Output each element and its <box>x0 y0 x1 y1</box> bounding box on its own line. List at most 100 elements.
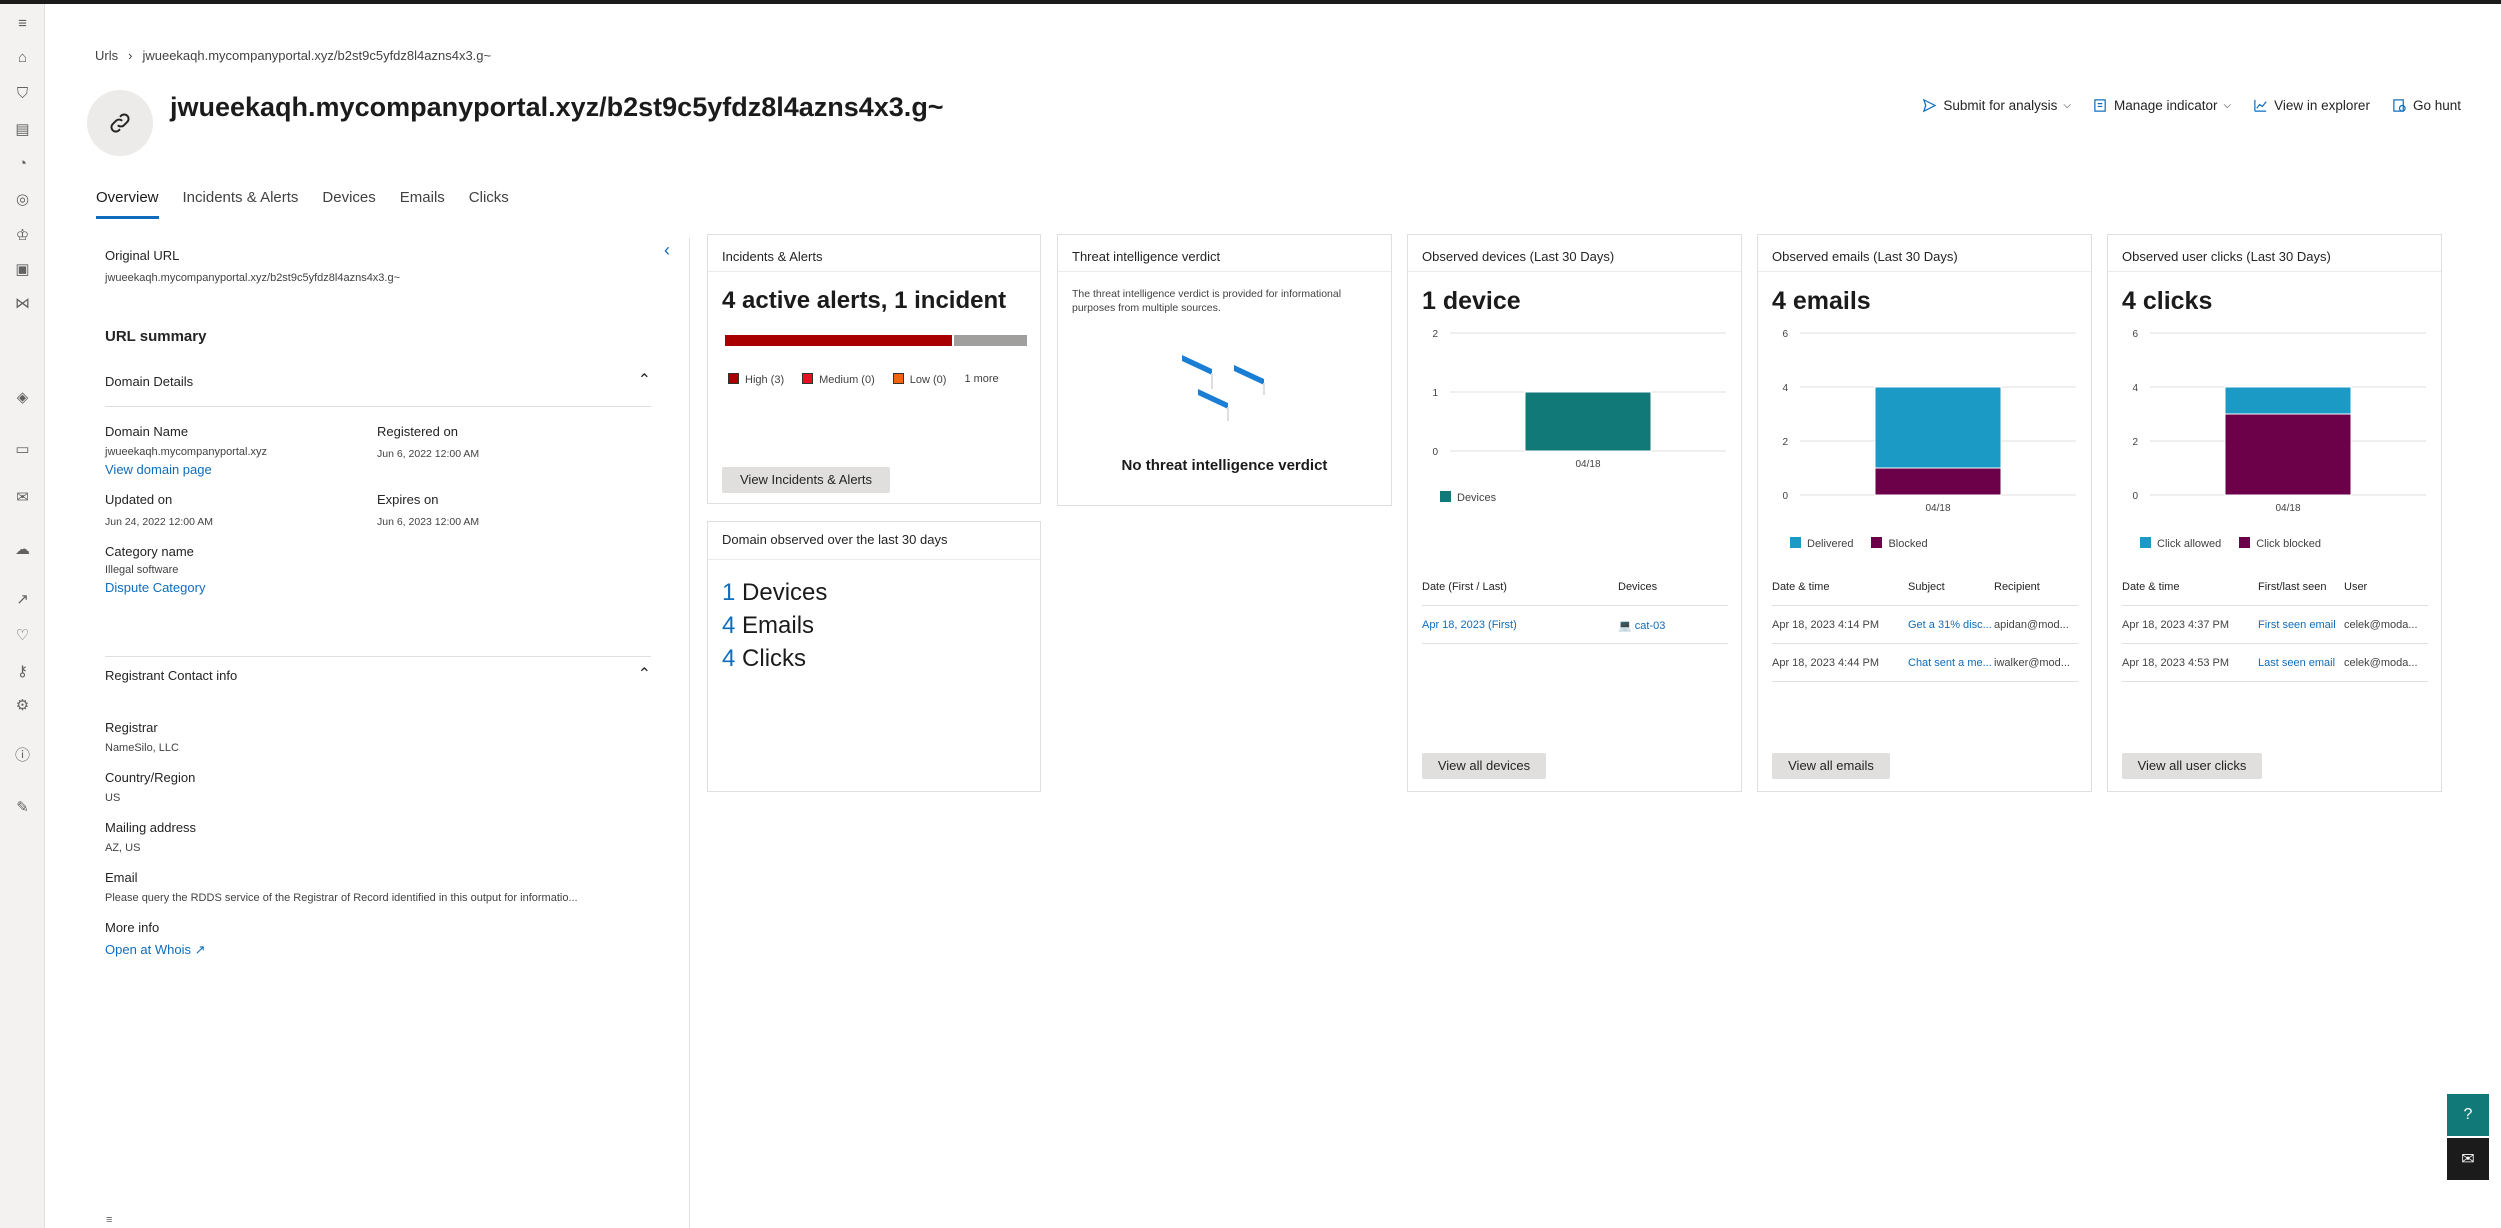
click-seen-link[interactable]: First seen email <box>2258 619 2336 631</box>
breadcrumb-root[interactable]: Urls <box>95 48 118 63</box>
x-tick-label: 04/18 <box>1575 459 1600 470</box>
registrar-label: Registrar <box>105 720 158 735</box>
hunting-icon[interactable]: ◔ <box>13 154 32 173</box>
view-domain-link[interactable]: View domain page <box>105 462 212 477</box>
registrar-value: NameSilo, LLC <box>105 742 179 754</box>
email-subject-link[interactable]: Chat sent a me... <box>1908 657 1992 669</box>
alerts-summary: 4 active alerts, 1 incident <box>722 287 1007 314</box>
column-header: Date & time <box>2122 581 2180 593</box>
edit-icon[interactable]: ✎ <box>13 798 32 817</box>
column-header: User <box>2344 581 2368 593</box>
settings-icon[interactable]: ⚙ <box>13 696 32 715</box>
clicks-legend: Click allowed Click blocked <box>2140 537 2321 550</box>
category-value: Illegal software <box>105 564 179 576</box>
clicks-chart: 6 4 2 0 04/18 <box>2132 329 2426 514</box>
device-link[interactable]: 💻 cat-03 <box>1618 619 1665 632</box>
tab-devices[interactable]: Devices <box>322 189 375 219</box>
chevron-right-icon: › <box>128 48 133 63</box>
email-date: Apr 18, 2023 4:44 PM <box>1772 657 1880 669</box>
chevron-down-icon: ⌵ <box>2223 100 2232 111</box>
no-verdict-illustration <box>1182 355 1265 421</box>
mail-icon[interactable]: ✉ <box>13 488 32 507</box>
original-url-value: jwueekaqh.mycompanyportal.xyz/b2st9c5yfd… <box>105 272 401 284</box>
reports-icon[interactable]: ↗ <box>13 590 32 609</box>
partner-icon[interactable]: ⋈ <box>13 294 32 313</box>
click-seen-link[interactable]: Last seen email <box>2258 657 2335 669</box>
x-tick-label: 04/18 <box>2275 503 2300 514</box>
cloud-icon[interactable]: ☁ <box>13 540 32 559</box>
view-all-clicks-button[interactable]: View all user clicks <box>2122 753 2262 779</box>
health-icon[interactable]: ♡ <box>13 626 32 645</box>
bar-click-blocked <box>2224 413 2352 496</box>
tab-clicks[interactable]: Clicks <box>469 189 509 219</box>
column-header: Date (First / Last) <box>1422 581 1507 593</box>
help-button[interactable]: ? <box>2447 1094 2489 1136</box>
registrant-heading[interactable]: Registrant Contact info <box>105 668 237 683</box>
go-hunt-button[interactable]: Go hunt <box>2392 98 2461 113</box>
dispute-category-link[interactable]: Dispute Category <box>105 580 205 595</box>
severity-bar-high <box>725 335 952 346</box>
hunt-label: Go hunt <box>2412 98 2461 113</box>
view-in-explorer-button[interactable]: View in explorer <box>2253 98 2370 113</box>
divider <box>2122 643 2428 644</box>
chevron-up-icon[interactable]: ⌃ <box>638 370 651 390</box>
y-tick-label: 1 <box>1432 388 1438 399</box>
collapse-panel-icon[interactable]: ‹ <box>664 240 670 261</box>
country-label: Country/Region <box>105 770 196 785</box>
domain-details-heading[interactable]: Domain Details <box>105 374 193 389</box>
device-date-link[interactable]: Apr 18, 2023 (First) <box>1422 619 1517 631</box>
y-tick-label: 2 <box>2132 437 2138 448</box>
legend-delivered: Delivered <box>1790 537 1853 550</box>
divider <box>1758 271 2091 272</box>
actions-icon[interactable]: ◎ <box>13 190 32 209</box>
help-icon: ? <box>2463 1106 2473 1123</box>
hamburger-icon[interactable]: ≡ <box>13 14 32 33</box>
chart-line-icon <box>2254 99 2267 112</box>
y-tick-label: 2 <box>1432 329 1438 340</box>
observed-emails: 4 Emails <box>722 612 815 639</box>
tab-incidents-alerts[interactable]: Incidents & Alerts <box>183 189 299 219</box>
divider <box>2122 605 2428 606</box>
email-subject-link[interactable]: Get a 31% disc... <box>1908 619 1992 631</box>
divider <box>1422 643 1728 644</box>
submit-for-analysis-button[interactable]: Submit for analysis ⌵ <box>1922 98 2071 113</box>
chevron-up-icon[interactable]: ⌃ <box>638 664 651 684</box>
menu-icon[interactable]: ≡ <box>106 1214 112 1226</box>
feedback-button[interactable]: ✉ <box>2447 1138 2489 1180</box>
view-all-emails-button[interactable]: View all emails <box>1772 753 1890 779</box>
domain-name-value: jwueekaqh.mycompanyportal.xyz <box>105 446 268 458</box>
bar-delivered <box>1874 386 2002 469</box>
view-all-devices-button[interactable]: View all devices <box>1422 753 1546 779</box>
email-recipient: apidan@mod... <box>1994 619 2069 631</box>
whois-link[interactable]: Open at Whois ↗ <box>105 942 206 958</box>
more-info-label: More info <box>105 920 160 935</box>
manage-indicator-button[interactable]: Manage indicator ⌵ <box>2093 98 2231 113</box>
external-link-icon: ↗ <box>194 942 206 957</box>
shield-icon[interactable]: ⛉ <box>13 84 32 103</box>
legend-more[interactable]: 1 more <box>964 373 998 386</box>
click-user: celek@moda... <box>2344 657 2418 669</box>
column-header: Devices <box>1618 581 1658 593</box>
tab-emails[interactable]: Emails <box>400 189 445 219</box>
info-icon[interactable]: ⓘ <box>13 746 32 765</box>
divider <box>708 271 1040 272</box>
breadcrumb: Urls › jwueekaqh.mycompanyportal.xyz/b2s… <box>95 48 491 63</box>
severity-bar <box>725 335 1027 346</box>
view-incidents-button[interactable]: View Incidents & Alerts <box>722 467 890 493</box>
registered-value: Jun 6, 2022 12:00 AM <box>377 448 480 460</box>
trophy-icon[interactable]: ♔ <box>13 226 32 245</box>
indicator-icon <box>2094 99 2106 112</box>
tab-overview[interactable]: Overview <box>96 189 159 219</box>
incidents-icon[interactable]: ▤ <box>13 120 32 139</box>
clicks-table: Date & time First/last seen User Apr 18,… <box>2122 581 2428 691</box>
endpoints-icon[interactable]: ◈ <box>13 388 32 407</box>
home-icon[interactable]: ⌂ <box>13 48 32 67</box>
email-date: Apr 18, 2023 4:14 PM <box>1772 619 1880 631</box>
assets-icon[interactable]: ▣ <box>13 260 32 279</box>
emails-count: 4 emails <box>1772 287 1871 315</box>
y-tick-label: 6 <box>1782 329 1788 340</box>
permissions-icon[interactable]: ⚷ <box>13 662 32 681</box>
device-icon[interactable]: ▭ <box>13 440 32 459</box>
severity-bar-rest <box>953 335 1027 346</box>
link-icon <box>87 90 153 156</box>
